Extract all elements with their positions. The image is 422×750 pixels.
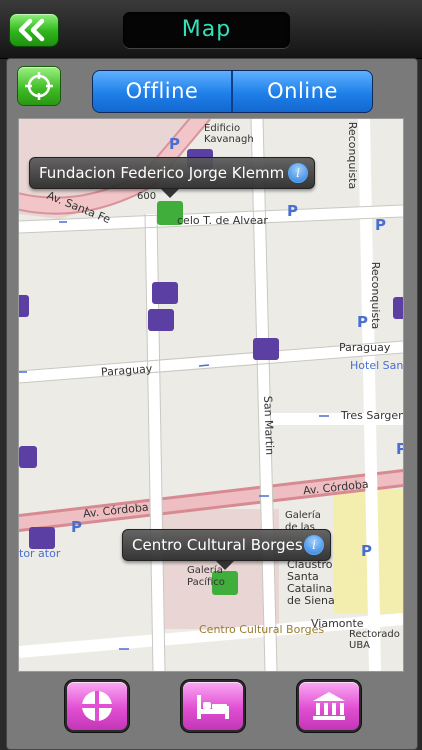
- online-button[interactable]: Online: [233, 71, 372, 112]
- info-icon[interactable]: i: [304, 535, 324, 555]
- title-display: Map: [123, 12, 290, 48]
- street-label-reconquista-mid: Reconquista: [369, 261, 383, 330]
- svg-text:P: P: [396, 440, 403, 458]
- offline-online-switch: Offline Online: [93, 71, 372, 112]
- svg-text:P: P: [361, 542, 372, 560]
- callout-title: Fundacion Federico Jorge Klemm: [39, 164, 285, 182]
- offline-button[interactable]: Offline: [93, 71, 233, 112]
- street-label-marcelo-alvear: celo T. de Alvear: [177, 214, 268, 227]
- double-chevron-left-icon: [18, 18, 45, 42]
- place-label-hotel-san: Hotel San A: [350, 359, 404, 372]
- bed-icon: [197, 695, 229, 719]
- svg-text:P: P: [287, 202, 298, 220]
- street-label-reconquista-top: Reconquista: [346, 121, 360, 190]
- callout-pointer: [161, 189, 179, 198]
- place-label-tor-ator: tor ator: [19, 547, 61, 560]
- back-button[interactable]: [10, 14, 58, 46]
- crosshair-icon: [25, 72, 53, 100]
- place-label-claustro: Claustro Santa Catalina de Siena: [287, 558, 335, 607]
- svg-text:P: P: [169, 135, 180, 153]
- info-icon[interactable]: i: [288, 163, 308, 183]
- crosshair-circle-icon: [82, 691, 112, 721]
- attractions-button[interactable]: [67, 682, 127, 730]
- museums-button[interactable]: [299, 682, 359, 730]
- street-label-paraguay-right: Paraguay: [339, 341, 391, 354]
- top-bar: Map: [0, 0, 422, 59]
- page-title: Map: [181, 17, 232, 42]
- map-callout-centro-cultural[interactable]: Centro Cultural Borges i: [122, 529, 331, 561]
- callout-title: Centro Cultural Borges: [132, 536, 303, 554]
- place-label-600: 600: [137, 191, 157, 202]
- map-callout-fundacion[interactable]: Fundacion Federico Jorge Klemm i: [29, 157, 315, 189]
- bottom-nav: [6, 672, 416, 748]
- locate-me-button[interactable]: [18, 67, 60, 105]
- map-view[interactable]: P P P P P P P Av. Santa Fe celo T. de Al…: [18, 118, 404, 672]
- place-label-centro-cultural: Centro Cultural Borges: [199, 623, 325, 636]
- svg-text:P: P: [375, 216, 386, 234]
- callout-pointer: [216, 561, 234, 570]
- svg-text:P: P: [357, 313, 368, 331]
- street-label-tres-sargentos: Tres Sargent: [341, 409, 404, 422]
- hotels-button[interactable]: [183, 682, 243, 730]
- museum-icon: [313, 692, 345, 720]
- place-label-edificio-kavanagh: Edificio Kavanagh: [204, 123, 254, 145]
- place-label-rectorado: Rectorado UBA: [349, 629, 400, 651]
- street-label-san-martin: San Martin: [261, 395, 277, 456]
- svg-text:P: P: [71, 518, 82, 536]
